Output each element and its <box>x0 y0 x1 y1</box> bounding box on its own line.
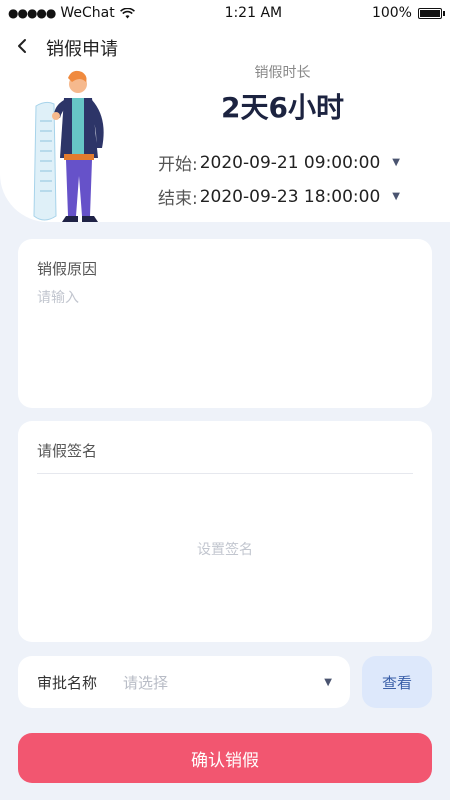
status-time: 1:21 AM <box>224 5 283 21</box>
battery-icon <box>417 7 445 19</box>
view-button[interactable]: 查看 <box>362 656 432 708</box>
page-title: 销假申请 <box>46 39 118 60</box>
person-with-scroll-illustration <box>33 70 104 222</box>
signal-icon: ●●●●● <box>8 6 56 20</box>
approval-placeholder: 请选择 <box>123 673 169 692</box>
carrier-label: WeChat <box>60 5 115 21</box>
header-area: 销假申请 销假时长 2天6小时 开始: 2020-09-21 09:00:00 … <box>0 26 450 222</box>
duration-value: 2天6小时 <box>221 91 344 124</box>
end-label: 结束: <box>158 189 198 209</box>
battery-fill <box>419 9 440 17</box>
status-right: 100% <box>371 5 445 21</box>
start-value: 2020-09-21 09:00:00 <box>199 152 381 173</box>
divider <box>37 473 413 474</box>
caret-down-icon: ▼ <box>324 676 332 688</box>
start-label: 开始: <box>158 155 198 175</box>
back-button[interactable] <box>12 34 32 58</box>
signature-title: 请假签名 <box>37 442 98 460</box>
reason-card: 销假原因 <box>18 239 432 408</box>
end-time-picker[interactable]: 结束: 2020-09-23 18:00:00 ▼ <box>158 184 400 210</box>
confirm-button[interactable]: 确认销假 <box>18 733 432 783</box>
duration-label: 销假时长 <box>254 65 311 81</box>
wifi-icon <box>119 7 135 18</box>
battery-percent: 100% <box>371 5 412 21</box>
signature-card: 请假签名 设置签名 <box>18 421 432 642</box>
reason-input[interactable] <box>37 287 407 387</box>
caret-down-icon: ▼ <box>392 157 400 168</box>
start-time-picker[interactable]: 开始: 2020-09-21 09:00:00 ▼ <box>158 150 400 176</box>
approval-select[interactable]: 审批名称 请选择 ▼ <box>18 656 350 708</box>
approval-label: 审批名称 <box>37 673 98 692</box>
chevron-left-icon <box>18 39 26 53</box>
reason-title: 销假原因 <box>37 260 98 278</box>
caret-down-icon: ▼ <box>392 191 400 202</box>
end-value: 2020-09-23 18:00:00 <box>199 186 381 207</box>
set-signature-button[interactable]: 设置签名 <box>18 539 432 559</box>
status-left: ●●●●● WeChat <box>8 5 135 21</box>
status-bar: ●●●●● WeChat 1:21 AM 100% <box>0 0 450 26</box>
